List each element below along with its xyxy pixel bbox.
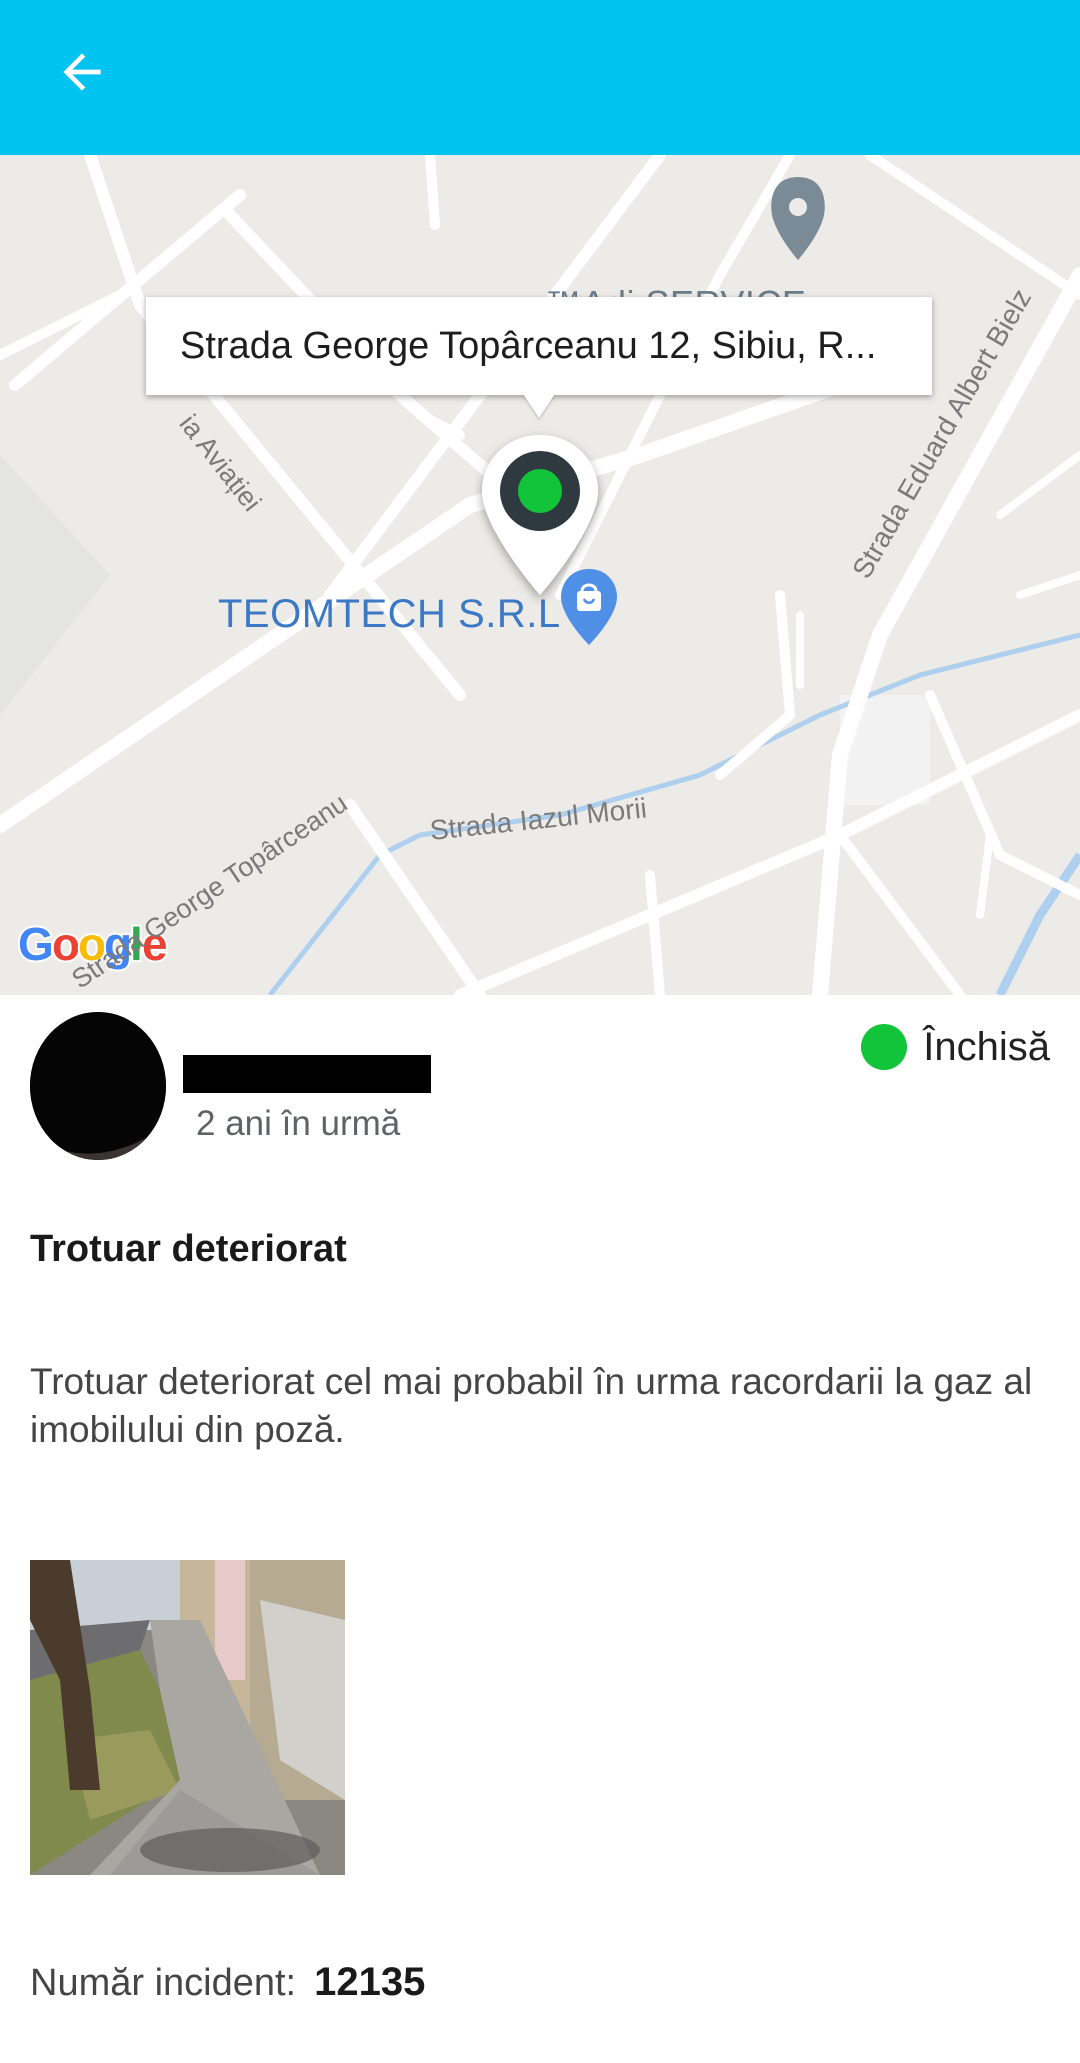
report-photo[interactable] — [30, 1560, 345, 1875]
author-name-redacted — [183, 1055, 431, 1093]
report-title: Trotuar deteriorat — [30, 1228, 347, 1270]
incident-row: Număr incident: 12135 — [30, 1960, 425, 2005]
callout-tail — [523, 394, 555, 418]
incident-label: Număr incident: — [30, 1962, 297, 2004]
back-button[interactable] — [42, 32, 122, 112]
status-label: Închisă — [923, 1024, 1050, 1069]
time-ago: 2 ani în urmă — [196, 1104, 401, 1143]
avatar — [30, 1012, 166, 1160]
svg-text:G: G — [18, 918, 54, 970]
report-description: Trotuar deteriorat cel mai probabil în u… — [30, 1361, 1033, 1450]
incident-number: 12135 — [314, 1960, 426, 2004]
app-bar — [0, 0, 1080, 155]
status-dot — [861, 1024, 908, 1070]
location-pin-icon[interactable] — [470, 425, 610, 625]
map-view[interactable]: G o o g l e ia Aviației Strada Eduard Al… — [0, 155, 1080, 995]
arrow-left-icon — [63, 53, 101, 91]
address-callout[interactable]: Strada George Topârceanu 12, Sibiu, R... — [146, 297, 932, 395]
status-badge: Închisă — [861, 1024, 1050, 1070]
address-text: Strada George Topârceanu 12, Sibiu, R... — [180, 324, 877, 367]
